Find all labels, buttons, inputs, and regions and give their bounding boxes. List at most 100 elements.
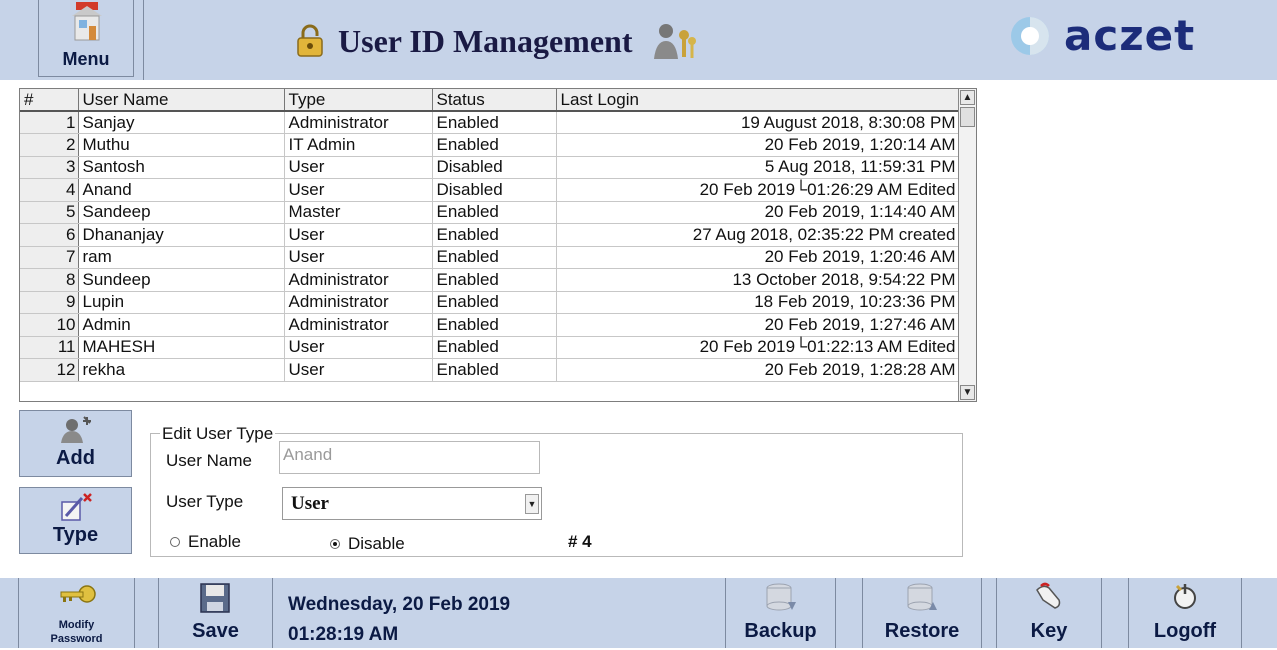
row-number-cell: 1 bbox=[20, 111, 79, 134]
table-row[interactable]: 7 ram User Enabled 20 Feb 2019, 1:20:46 AM bbox=[20, 246, 961, 269]
modify-password-button[interactable]: Modify Password bbox=[18, 578, 135, 648]
user-name-cell: MAHESH bbox=[78, 336, 285, 359]
modify-label-line2: Password bbox=[50, 633, 103, 645]
user-type-cell: User bbox=[284, 223, 433, 247]
user-name-cell: Sundeep bbox=[78, 268, 285, 292]
last-login-cell: 5 Aug 2018, 11:59:31 PM bbox=[556, 156, 961, 179]
key-button[interactable]: Key bbox=[996, 578, 1102, 648]
save-label: Save bbox=[192, 620, 239, 642]
edit-user-type-group bbox=[150, 433, 963, 557]
status-cell: Enabled bbox=[432, 268, 557, 292]
modify-label-line1: Modify bbox=[58, 619, 95, 631]
enable-radio-label: Enable bbox=[188, 532, 241, 551]
user-name-cell: Muthu bbox=[78, 133, 285, 157]
logoff-label: Logoff bbox=[1153, 620, 1217, 642]
restore-label: Restore bbox=[884, 620, 960, 642]
user-type-cell: Administrator bbox=[284, 111, 433, 134]
last-login-cell: 13 October 2018, 9:54:22 PM bbox=[556, 268, 961, 292]
restore-button[interactable]: Restore bbox=[862, 578, 982, 648]
aczet-logo-icon bbox=[1011, 17, 1049, 55]
current-date: Wednesday, 20 Feb 2019 bbox=[288, 594, 511, 615]
table-row[interactable]: 5 Sandeep Master Enabled 20 Feb 2019, 1:14:4… bbox=[20, 201, 961, 224]
status-cell: Disabled bbox=[432, 156, 557, 179]
scroll-down-arrow-icon[interactable]: ▼ bbox=[960, 385, 975, 400]
floppy-disk-icon bbox=[200, 583, 230, 613]
col-header-type[interactable]: Type bbox=[284, 89, 433, 112]
table-row[interactable]: 12 rekha User Enabled 20 Feb 2019, 1:28:28 A… bbox=[20, 358, 961, 382]
padlock-icon bbox=[297, 24, 323, 57]
modify-password-label: Modify Password bbox=[19, 618, 134, 646]
user-table[interactable]: # User Name Type Status Last Login 1 Sanj… bbox=[19, 88, 977, 402]
table-row[interactable]: 10 Admin Administrator Enabled 20 Feb 2019, … bbox=[20, 313, 961, 337]
save-button[interactable]: Save bbox=[158, 578, 273, 648]
row-number-cell: 12 bbox=[20, 358, 79, 382]
database-backup-icon bbox=[766, 583, 796, 611]
table-row[interactable]: 8 Sundeep Administrator Enabled 13 October 2… bbox=[20, 268, 961, 292]
scroll-up-arrow-icon[interactable]: ▲ bbox=[960, 90, 975, 105]
brand-name: aczet bbox=[1064, 11, 1196, 60]
header-divider bbox=[143, 0, 144, 80]
database-restore-icon bbox=[907, 583, 937, 611]
enable-radio[interactable]: Enable bbox=[170, 532, 241, 552]
row-number-cell: 10 bbox=[20, 313, 79, 337]
user-type-cell: Administrator bbox=[284, 291, 433, 314]
row-number-cell: 3 bbox=[20, 156, 79, 179]
add-button[interactable]: Add bbox=[19, 410, 132, 477]
col-header-user-name[interactable]: User Name bbox=[78, 89, 285, 112]
last-login-cell: 20 Feb 2019, 1:14:40 AM bbox=[556, 201, 961, 224]
user-type-cell: Administrator bbox=[284, 268, 433, 292]
table-row[interactable]: 6 Dhananjay User Enabled 27 Aug 2018, 02:35:… bbox=[20, 223, 961, 247]
menu-button[interactable]: Menu bbox=[38, 0, 134, 77]
logoff-button[interactable]: Logoff bbox=[1128, 578, 1242, 648]
backup-button[interactable]: Backup bbox=[725, 578, 836, 648]
disable-radio[interactable]: Disable bbox=[330, 534, 405, 554]
col-header-number[interactable]: # bbox=[20, 89, 79, 112]
user-name-cell: Admin bbox=[78, 313, 285, 337]
disable-radio-dot[interactable] bbox=[330, 539, 340, 549]
last-login-cell: 20 Feb 2019, 1:20:46 AM bbox=[556, 246, 961, 269]
table-row[interactable]: 4 Anand User Disabled 20 Feb 2019└01:26:29 A… bbox=[20, 178, 961, 202]
key-label: Key bbox=[1030, 620, 1068, 642]
backup-label: Backup bbox=[744, 620, 817, 642]
scroll-thumb[interactable] bbox=[960, 107, 975, 127]
key-password-icon bbox=[60, 585, 96, 603]
status-cell: Enabled bbox=[432, 313, 557, 337]
table-row[interactable]: 1 Sanjay Administrator Enabled 19 August 201… bbox=[20, 111, 961, 134]
row-number-cell: 7 bbox=[20, 246, 79, 269]
enable-radio-dot[interactable] bbox=[170, 537, 180, 547]
type-label: Type bbox=[52, 524, 99, 546]
table-row[interactable]: 11 MAHESH User Enabled 20 Feb 2019└01:22:13 … bbox=[20, 336, 961, 359]
add-user-icon bbox=[61, 416, 91, 443]
col-header-status[interactable]: Status bbox=[432, 89, 557, 112]
status-cell: Enabled bbox=[432, 246, 557, 269]
user-name-cell: Santosh bbox=[78, 156, 285, 179]
user-name-label: User Name bbox=[166, 451, 252, 470]
status-cell: Enabled bbox=[432, 111, 557, 134]
table-row[interactable]: 9 Lupin Administrator Enabled 18 Feb 2019, 1… bbox=[20, 291, 961, 314]
logoff-icon bbox=[1174, 584, 1196, 609]
user-name-cell: Dhananjay bbox=[78, 223, 285, 247]
chevron-down-icon[interactable]: ▼ bbox=[525, 494, 539, 514]
user-type-select[interactable]: User ▼ bbox=[282, 487, 542, 520]
type-button[interactable]: Type bbox=[19, 487, 132, 554]
user-name-cell: Lupin bbox=[78, 291, 285, 314]
user-name-field[interactable]: Anand bbox=[279, 441, 540, 474]
table-row[interactable]: 3 Santosh User Disabled 5 Aug 2018, 11:59:31… bbox=[20, 156, 961, 179]
table-row[interactable]: 2 Muthu IT Admin Enabled 20 Feb 2019, 1:20:1… bbox=[20, 133, 961, 157]
page-title: User ID Management bbox=[338, 22, 633, 59]
user-type-cell: User bbox=[284, 358, 433, 382]
last-login-cell: 20 Feb 2019, 1:28:28 AM bbox=[556, 358, 961, 382]
last-login-cell: 19 August 2018, 8:30:08 PM bbox=[556, 111, 961, 134]
table-scrollbar[interactable]: ▲ ▼ bbox=[958, 89, 976, 401]
home-icon bbox=[72, 2, 102, 41]
add-label: Add bbox=[56, 447, 95, 469]
status-cell: Disabled bbox=[432, 178, 557, 202]
status-cell: Enabled bbox=[432, 291, 557, 314]
users-keys-icon bbox=[654, 24, 697, 59]
status-cell: Enabled bbox=[432, 358, 557, 382]
hand-key-icon bbox=[1036, 582, 1061, 609]
user-type-label: User Type bbox=[166, 492, 244, 511]
col-header-last-login[interactable]: Last Login bbox=[556, 89, 961, 112]
disable-radio-label: Disable bbox=[348, 534, 405, 553]
user-type-cell: User bbox=[284, 336, 433, 359]
